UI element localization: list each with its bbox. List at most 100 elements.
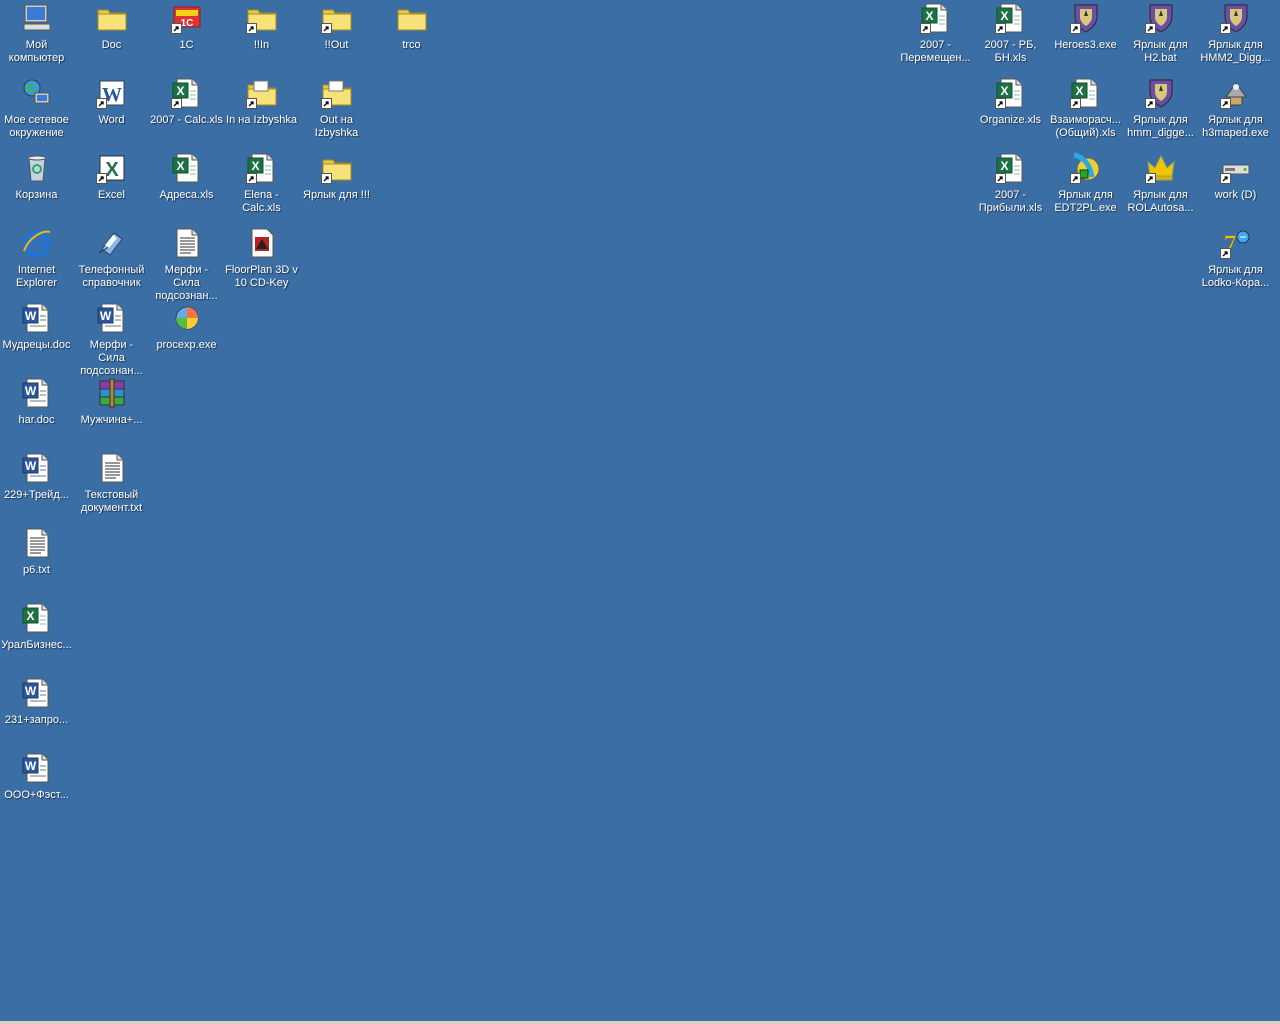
icon-label: FloorPlan 3D v 10 CD-Key [225, 264, 298, 289]
word-document-icon: W [21, 302, 53, 334]
desktop-icon-in[interactable]: !!In [224, 0, 299, 75]
svg-text:X: X [176, 84, 184, 98]
svg-text:X: X [176, 159, 184, 173]
svg-text:X: X [105, 159, 119, 181]
desktop-icon-2007-rb-bn[interactable]: X 2007 - РБ, БН.xls [973, 0, 1048, 75]
desktop-icon-1c[interactable]: 1C 1C [149, 0, 224, 75]
desktop-icon-work-d[interactable]: work (D) [1198, 150, 1273, 225]
desktop[interactable]: Мой компьютер Doc 1C 1C !!In !!Out trco X… [0, 0, 1280, 1024]
shortcut-arrow-icon [994, 23, 1006, 34]
map-editor-icon [1219, 77, 1252, 109]
shortcut-arrow-icon [170, 98, 182, 109]
desktop-icon-hmm-digge[interactable]: Ярлык для hmm_digge... [1123, 75, 1198, 150]
word-document-icon: W [96, 302, 128, 334]
desktop-icon-edt2pl[interactable]: Ярлык для EDT2PL.exe [1048, 150, 1123, 225]
excel-document-icon: X [171, 152, 203, 184]
icon-label: Ярлык для HMM2_Digg... [1200, 39, 1271, 64]
shortcut-arrow-icon [1069, 98, 1081, 109]
desktop-icon-excel[interactable]: X Excel [74, 150, 149, 225]
desktop-icon-out-izbyshka[interactable]: Out на Izbyshka [299, 75, 374, 150]
shared-folder-icon [245, 77, 278, 109]
shortcut-arrow-icon [1219, 98, 1231, 109]
svg-text:X: X [1075, 84, 1083, 98]
icon-label: Мужчина+... [80, 414, 143, 426]
desktop-icon-rolautosa[interactable]: Ярлык для ROLAutosa... [1123, 150, 1198, 225]
desktop-icon-phonebook[interactable]: Телефонный справочник [74, 225, 149, 300]
svg-text:W: W [24, 684, 36, 698]
desktop-icon-organize[interactable]: X Organize.xls [973, 75, 1048, 150]
icon-label: Excel [98, 189, 125, 201]
desktop-icon-word[interactable]: W Word [74, 75, 149, 150]
shortcut-arrow-icon [95, 173, 107, 184]
excel-document-icon: X [1069, 77, 1102, 109]
desktop-icon-har-doc[interactable]: Whar.doc [0, 375, 74, 450]
icon-label: 1C [179, 39, 194, 51]
desktop-icon-2007-calc[interactable]: X 2007 - Calc.xls [149, 75, 224, 150]
desktop-icon-adresa[interactable]: X Адреса.xls [149, 150, 224, 225]
desktop-icon-recycle-bin[interactable]: Корзина [0, 150, 74, 225]
desktop-icon-elena-calc[interactable]: X Elena - Calc.xls [224, 150, 299, 225]
winrar-archive-icon [96, 377, 128, 409]
desktop-icon-hmm2-digg[interactable]: Ярлык для HMM2_Digg... [1198, 0, 1273, 75]
desktop-icon-heroes3[interactable]: Heroes3.exe [1048, 0, 1123, 75]
shortcut-arrow-icon [170, 23, 182, 34]
desktop-icon-lodko[interactable]: 7 Ярлык для Lodko-Кора... [1198, 225, 1273, 300]
desktop-icon-muzhchina[interactable]: Мужчина+... [74, 375, 149, 450]
icon-label: УралБизнес... [1, 639, 72, 651]
internet-explorer-icon [21, 227, 53, 259]
desktop-icon-shortcut-excl[interactable]: Ярлык для !!! [299, 150, 374, 225]
desktop-icon-uralbiznes[interactable]: X УралБизнес... [0, 600, 74, 675]
excel-document-icon: X [994, 77, 1027, 109]
icon-label: Internet Explorer [16, 264, 57, 289]
desktop-icon-text-document[interactable]: Текстовый документ.txt [74, 450, 149, 525]
floorplan-document-icon [246, 227, 278, 259]
desktop-icon-h3maped[interactable]: Ярлык для h3maped.exe [1198, 75, 1273, 150]
excel-document-icon: X [919, 2, 952, 34]
icon-label: Word [98, 114, 125, 126]
desktop-icon-merfi-txt[interactable]: Мерфи - Сила подсознан... [149, 225, 224, 302]
desktop-icon-out[interactable]: !!Out [299, 0, 374, 75]
shared-folder-icon [320, 77, 353, 109]
desktop-icon-merfi-doc[interactable]: W Мерфи - Сила подсознан... [74, 300, 149, 377]
desktop-icon-2007-peremeshen[interactable]: X 2007 - Перемещен... [898, 0, 973, 75]
phonebook-icon [96, 227, 128, 259]
desktop-icon-procexp[interactable]: procexp.exe [149, 300, 224, 375]
desktop-icon-vzaimorasch[interactable]: X Взаиморасч... (Общий).xls [1048, 75, 1123, 150]
desktop-icon-231-zapro[interactable]: W 231+запро... [0, 675, 74, 750]
recycle-bin-icon [21, 152, 53, 184]
desktop-icon-229-treid[interactable]: W 229+Трейд... [0, 450, 74, 525]
desktop-icon-in-izbyshka[interactable]: In на Izbyshka [224, 75, 299, 150]
icon-label: Ярлык для ROLAutosa... [1127, 189, 1194, 214]
icon-label: Мерфи - Сила подсознан... [80, 339, 143, 377]
heroes-shield-icon [1144, 77, 1177, 109]
desktop-icon-floorplan-key[interactable]: FloorPlan 3D v 10 CD-Key [224, 225, 299, 300]
desktop-icon-internet-explorer[interactable]: Internet Explorer [0, 225, 74, 300]
desktop-icon-my-computer[interactable]: Мой компьютер [0, 0, 74, 75]
svg-text:W: W [24, 459, 36, 473]
icon-label: Ярлык для !!! [303, 189, 370, 201]
svg-text:W: W [24, 309, 36, 323]
svg-text:X: X [26, 609, 34, 623]
shortcut-arrow-icon [1219, 248, 1231, 259]
svg-text:W: W [24, 759, 36, 773]
shortcut-arrow-icon [245, 23, 257, 34]
shortcut-arrow-icon [320, 98, 332, 109]
excel-app-icon: X [95, 152, 128, 184]
desktop-icon-trco[interactable]: trco [374, 0, 449, 75]
desktop-icon-doc[interactable]: Doc [74, 0, 149, 75]
desktop-icon-p6-txt[interactable]: p6.txt [0, 525, 74, 600]
icon-label: Мое сетевое окружение [4, 114, 69, 139]
desktop-icon-mudrecy[interactable]: W Мудрецы.doc [0, 300, 74, 375]
shortcut-arrow-icon [994, 173, 1006, 184]
desktop-icon-h2-bat[interactable]: Ярлык для H2.bat [1123, 0, 1198, 75]
folder-icon [245, 2, 278, 34]
process-explorer-icon [171, 302, 203, 334]
desktop-icon-2007-pribyli[interactable]: X 2007 - Прибыли.xls [973, 150, 1048, 225]
excel-document-icon: X [170, 77, 203, 109]
desktop-icon-ooo-fest[interactable]: W ООО+Фэст... [0, 750, 74, 825]
desktop-icon-network-places[interactable]: Мое сетевое окружение [0, 75, 74, 150]
icon-label: !!Out [324, 39, 349, 51]
heroes-shield-icon [1144, 2, 1177, 34]
svg-text:1C: 1C [180, 18, 193, 29]
icon-label: Doc [101, 39, 122, 51]
